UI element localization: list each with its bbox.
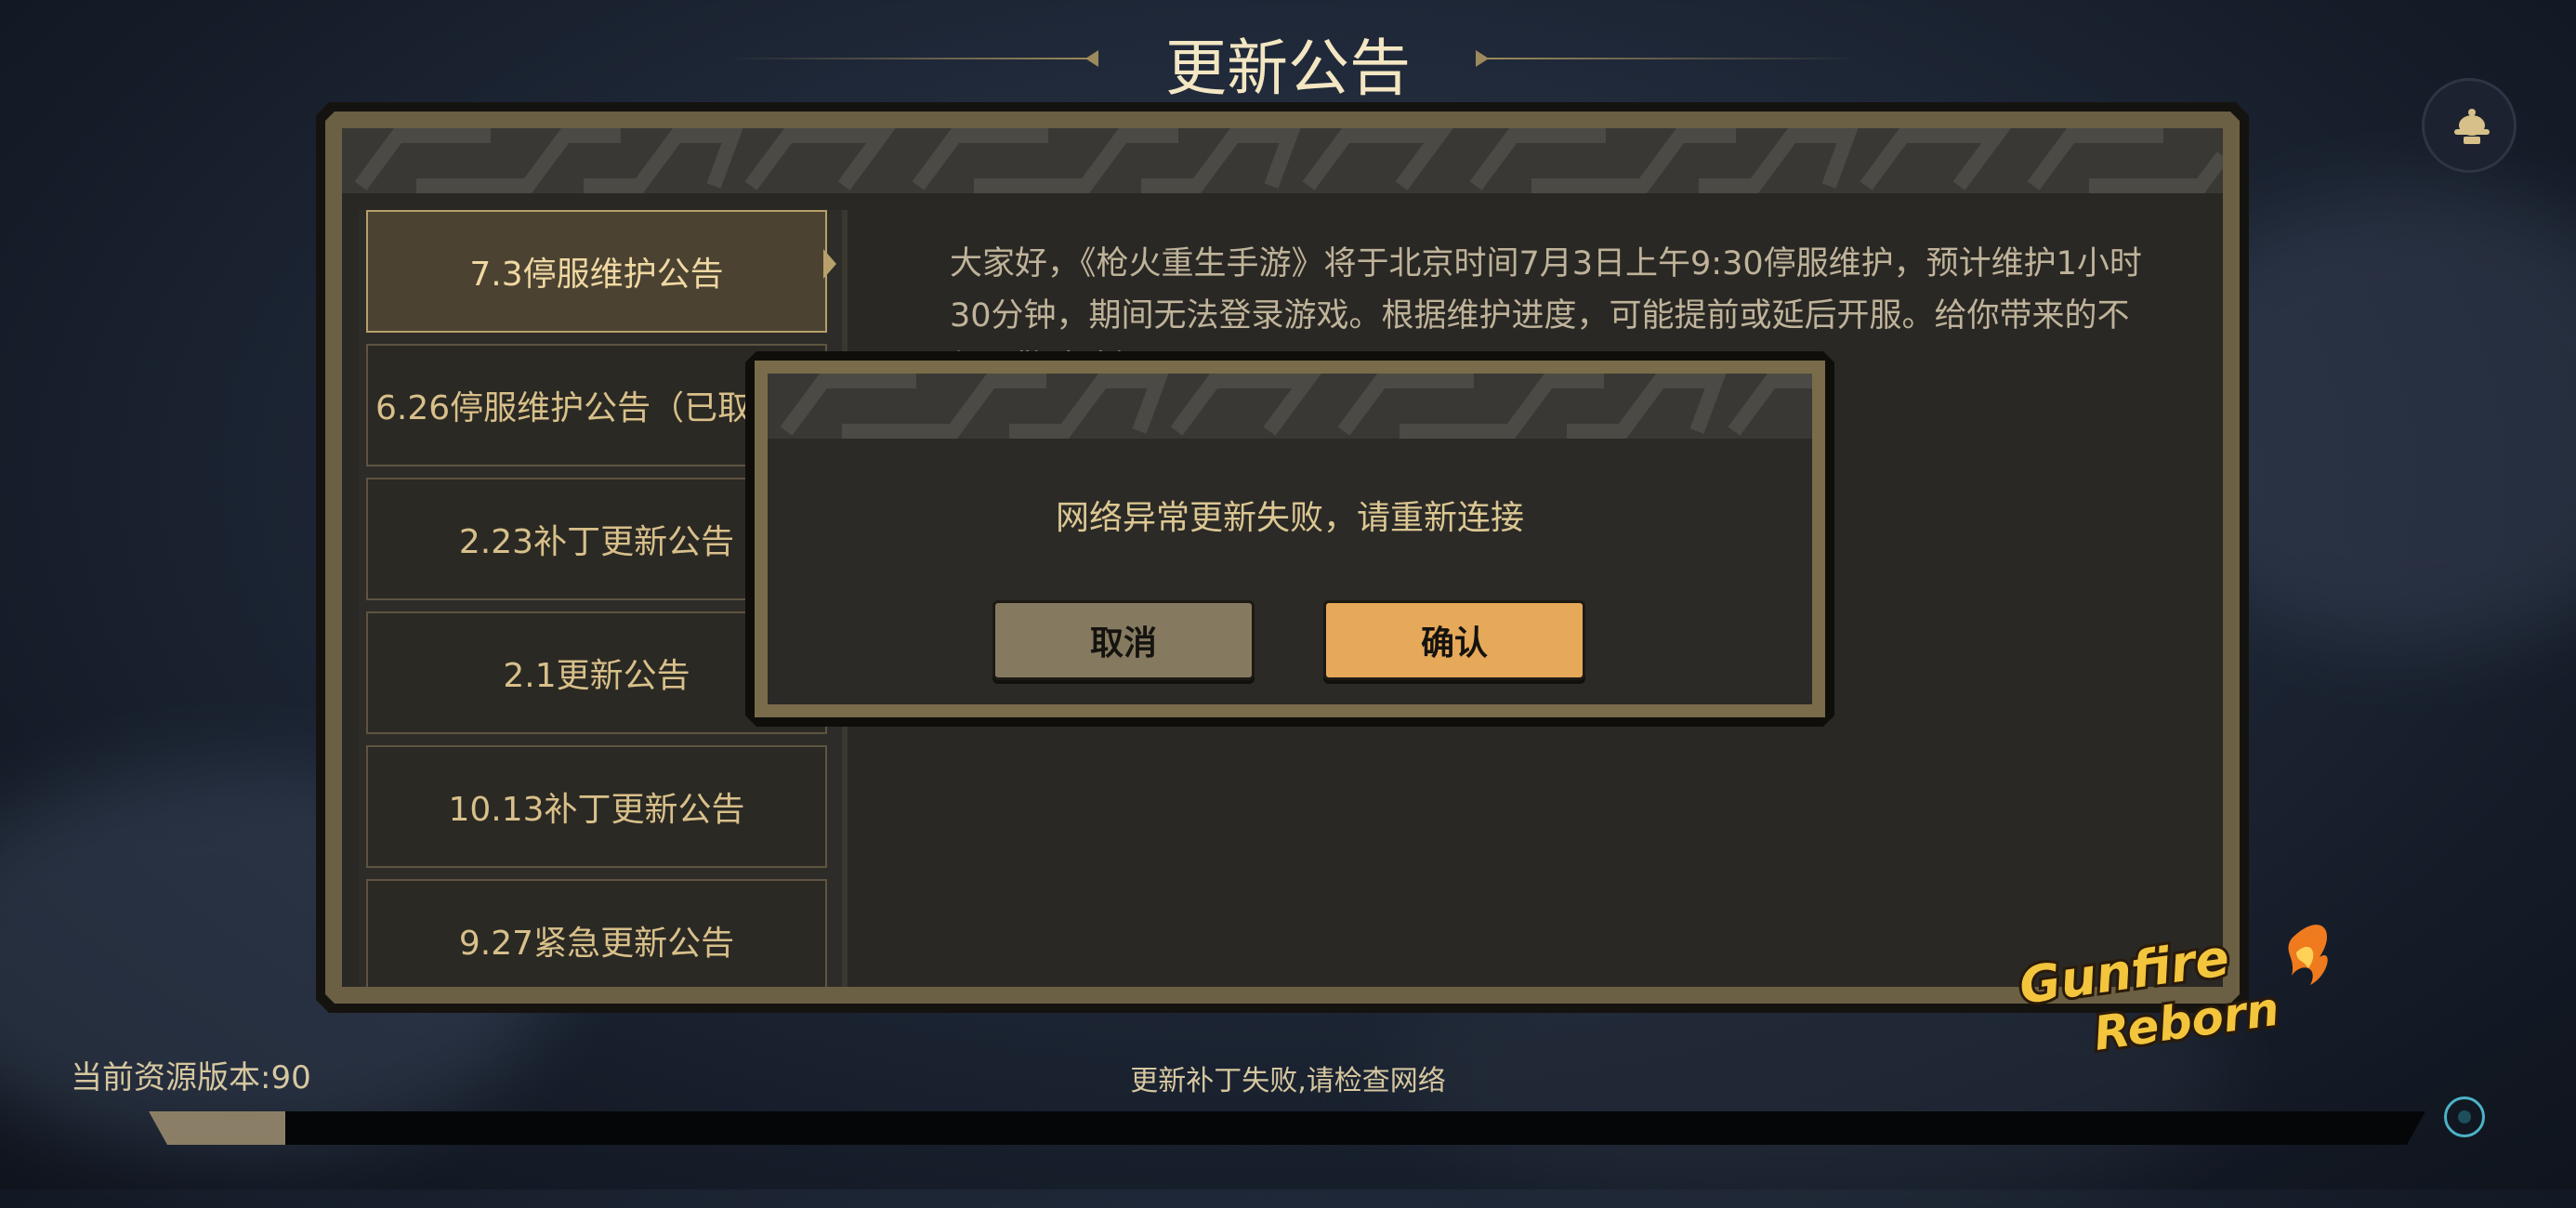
list-item-label: 7.3停服维护公告 (469, 256, 724, 294)
loading-spinner-icon (2444, 1096, 2485, 1137)
title-decor-arrow-left (1085, 50, 1098, 67)
dialog-body: 网络异常更新失败，请重新连接 取消 确认 (768, 374, 1812, 704)
cancel-button[interactable]: 取消 (992, 600, 1255, 680)
list-item-announcement[interactable]: 9.27紧急更新公告 (366, 879, 827, 987)
update-progress-fill (149, 1111, 285, 1145)
dialog-message: 网络异常更新失败，请重新连接 (1055, 499, 1524, 537)
title-decor-line-left (725, 58, 1097, 59)
list-item-label: 2.23补丁更新公告 (458, 523, 735, 561)
title-decor-line-right (1487, 58, 1859, 59)
list-item-label: 10.13补丁更新公告 (448, 791, 745, 829)
pattern-decoration (354, 128, 2223, 193)
update-progress-bar (149, 1111, 2425, 1145)
list-item-label: 2.1更新公告 (503, 657, 690, 695)
title-bar: 更新公告 (0, 0, 2576, 112)
pattern-decoration (780, 374, 1812, 439)
list-item-announcement[interactable]: 10.13补丁更新公告 (366, 745, 827, 868)
decorative-pattern-band (342, 128, 2223, 193)
dialog-frame: 网络异常更新失败，请重新连接 取消 确认 (755, 361, 1825, 717)
selected-arrow-icon (823, 249, 836, 279)
confirm-button[interactable]: 确认 (1323, 600, 1585, 680)
list-item-label: 9.27紧急更新公告 (458, 925, 735, 963)
dialog-pattern-band (768, 374, 1812, 439)
help-button[interactable] (2422, 78, 2517, 173)
helmet-icon (2454, 109, 2490, 144)
network-error-dialog: 网络异常更新失败，请重新连接 取消 确认 (745, 351, 1834, 727)
gunfire-reborn-logo: Gunfire Reborn (2013, 925, 2328, 1064)
game-logo: Gunfire Reborn (2013, 911, 2347, 1078)
list-item-announcement[interactable]: 7.3停服维护公告 (366, 210, 827, 333)
page-title: 更新公告 (1165, 33, 1411, 104)
